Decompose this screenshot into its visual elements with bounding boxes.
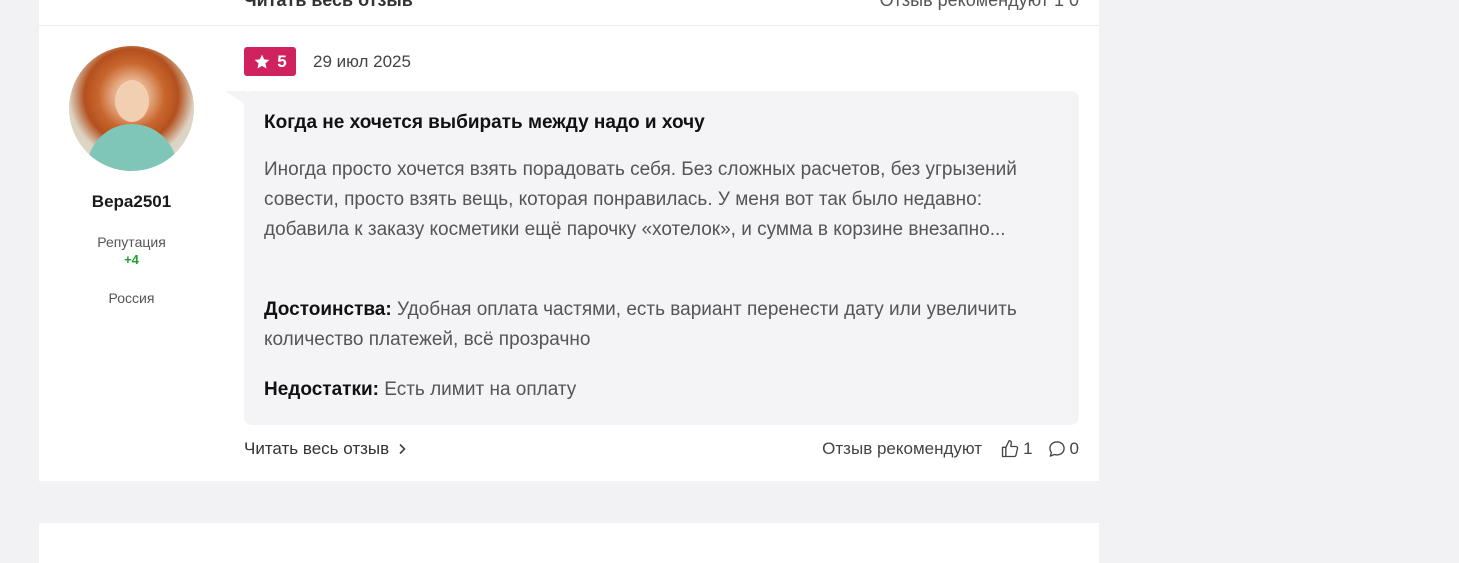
reputation-label: Репутация bbox=[97, 234, 166, 250]
comment-button[interactable]: 0 bbox=[1047, 439, 1079, 459]
rating-value: 5 bbox=[277, 51, 287, 71]
comment-count: 0 bbox=[1069, 439, 1079, 458]
star-icon bbox=[253, 53, 271, 71]
next-review-card bbox=[39, 523, 1099, 563]
previous-read-more-link[interactable]: Читать весь отзыв bbox=[244, 0, 413, 11]
cons-label: Недостатки: bbox=[264, 379, 379, 400]
like-count: 1 bbox=[1023, 439, 1033, 458]
review-title[interactable]: Когда не хочется выбирать между надо и х… bbox=[264, 112, 705, 134]
avatar-sweater bbox=[87, 124, 177, 171]
author-country: Россия bbox=[108, 290, 155, 306]
rating-badge: 5 bbox=[244, 47, 296, 76]
pros-label: Достоинства: bbox=[264, 299, 392, 320]
previous-recommend-label: Отзыв рекомендуют bbox=[879, 0, 1049, 10]
review-bubble[interactable]: Когда не хочется выбирать между надо и х… bbox=[244, 91, 1079, 425]
cons-text: Есть лимит на оплату bbox=[384, 379, 577, 400]
review-text: Иногда просто хочется взять порадовать с… bbox=[264, 159, 1017, 240]
review-card: Вера2501 Репутация +4 Россия 5 29 июл 20… bbox=[39, 26, 1099, 481]
like-button[interactable]: 1 bbox=[1000, 439, 1033, 459]
previous-review-footer: Отзыв рекомендуют 1 0 bbox=[880, 0, 1079, 11]
review-pros: Достоинства: Удобная оплата частями, ест… bbox=[264, 295, 1054, 355]
read-more-label: Читать весь отзыв bbox=[244, 439, 390, 458]
review-footer: Отзыв рекомендуют 1 0 bbox=[822, 439, 1079, 459]
avatar-face bbox=[115, 80, 149, 122]
review-date: 29 июл 2025 bbox=[313, 52, 411, 71]
chevron-right-icon bbox=[397, 443, 407, 455]
previous-comment-count[interactable]: 0 bbox=[1069, 0, 1079, 10]
previous-like-count[interactable]: 1 bbox=[1054, 0, 1064, 10]
reputation-value: +4 bbox=[124, 252, 139, 267]
comment-icon bbox=[1047, 439, 1067, 459]
thumbs-up-icon bbox=[1000, 439, 1020, 459]
author-name[interactable]: Вера2501 bbox=[39, 192, 224, 212]
previous-review-card: Читать весь отзыв Отзыв рекомендуют 1 0 bbox=[39, 0, 1099, 26]
read-more-link[interactable]: Читать весь отзыв bbox=[244, 439, 407, 459]
review-cons: Недостатки: Есть лимит на оплату bbox=[264, 375, 1054, 405]
avatar[interactable] bbox=[69, 46, 194, 171]
recommend-label: Отзыв рекомендуют bbox=[822, 439, 983, 458]
